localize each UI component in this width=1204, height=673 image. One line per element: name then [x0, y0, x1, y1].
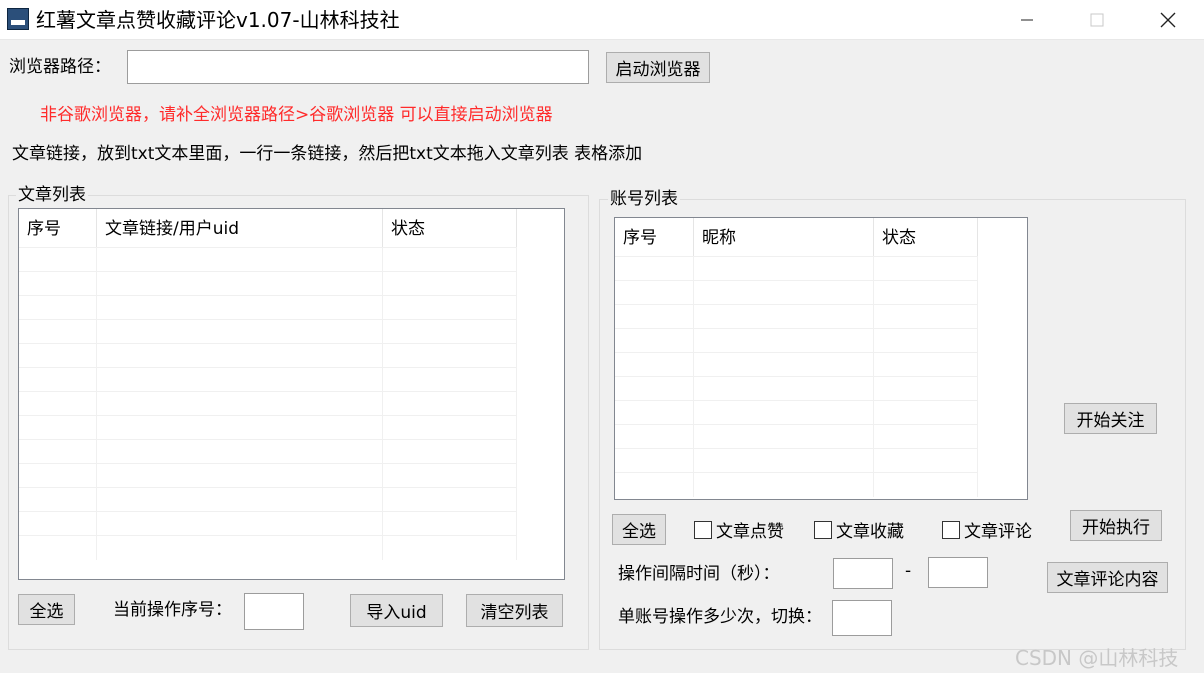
- start-execute-button[interactable]: 开始执行: [1070, 510, 1162, 541]
- checkbox-box[interactable]: [942, 520, 960, 539]
- account-col-status[interactable]: 状态: [874, 218, 978, 258]
- switch-count-input[interactable]: [832, 600, 892, 636]
- table-row: [19, 295, 517, 320]
- browser-hint: 非谷歌浏览器，请补全浏览器路径>谷歌浏览器 可以直接启动浏览器: [40, 105, 553, 125]
- minimize-icon: [1021, 19, 1033, 21]
- table-row: [615, 400, 978, 425]
- import-uid-button[interactable]: 导入uid: [350, 594, 443, 627]
- table-row: [19, 535, 517, 560]
- article-col-status[interactable]: 状态: [383, 209, 517, 249]
- browser-path-input[interactable]: [127, 50, 589, 84]
- collect-article-checkbox[interactable]: 文章收藏: [814, 517, 904, 542]
- interval-max-input[interactable]: [928, 557, 988, 588]
- account-list-table[interactable]: 序号 昵称 状态: [614, 217, 1028, 500]
- table-row: [19, 487, 517, 512]
- browser-path-label: 浏览器路径：: [9, 57, 111, 77]
- watermark: CSDN @山林科技: [1015, 646, 1179, 670]
- account-table-body: [615, 256, 978, 497]
- interval-min-input[interactable]: [833, 558, 893, 589]
- table-row: [19, 415, 517, 440]
- table-row: [19, 319, 517, 344]
- close-icon: [1160, 12, 1176, 28]
- app-icon: [7, 8, 29, 30]
- article-group-title: 文章列表: [16, 184, 88, 206]
- table-row: [19, 511, 517, 536]
- checkbox-box[interactable]: [694, 520, 712, 539]
- checkbox-label: 文章评论: [964, 522, 1032, 542]
- article-table-header: 序号 文章链接/用户uid 状态: [19, 209, 517, 249]
- checkbox-box[interactable]: [814, 520, 832, 539]
- table-row: [19, 463, 517, 488]
- table-row: [19, 343, 517, 368]
- account-table-header: 序号 昵称 状态: [615, 218, 978, 258]
- table-row: [615, 352, 978, 377]
- table-row: [19, 271, 517, 296]
- article-table-body: [19, 247, 517, 560]
- interval-label: 操作间隔时间（秒）：: [618, 564, 780, 584]
- instructions-text: 文章链接，放到txt文本里面，一行一条链接，然后把txt文本拖入文章列表 表格添…: [12, 144, 643, 164]
- checkbox-label: 文章收藏: [836, 522, 904, 542]
- checkbox-label: 文章点赞: [716, 522, 784, 542]
- article-list-table[interactable]: 序号 文章链接/用户uid 状态: [18, 208, 565, 580]
- table-row: [615, 376, 978, 401]
- title-bar: 红薯文章点赞收藏评论v1.07-山林科技社: [0, 0, 1204, 40]
- table-row: [615, 328, 978, 353]
- switch-count-label: 单账号操作多少次，切换：: [618, 607, 822, 627]
- start-follow-button[interactable]: 开始关注: [1064, 403, 1157, 434]
- table-row: [19, 391, 517, 416]
- window-title: 红薯文章点赞收藏评论v1.07-山林科技社: [36, 8, 400, 32]
- close-button[interactable]: [1145, 0, 1191, 40]
- current-index-label: 当前操作序号：: [113, 600, 232, 620]
- account-select-all-button[interactable]: 全选: [612, 514, 666, 545]
- article-col-index[interactable]: 序号: [19, 209, 97, 249]
- table-row: [615, 256, 978, 281]
- table-row: [19, 247, 517, 272]
- interval-dash: -: [905, 561, 912, 581]
- table-row: [615, 424, 978, 449]
- article-col-link[interactable]: 文章链接/用户uid: [97, 209, 383, 249]
- article-select-all-button[interactable]: 全选: [18, 594, 75, 625]
- table-row: [615, 448, 978, 473]
- maximize-icon: [1090, 13, 1104, 27]
- account-group-title: 账号列表: [608, 188, 680, 210]
- table-row: [615, 280, 978, 305]
- minimize-button[interactable]: [1004, 0, 1050, 40]
- account-col-index[interactable]: 序号: [615, 218, 694, 258]
- clear-list-button[interactable]: 清空列表: [466, 594, 563, 627]
- maximize-button[interactable]: [1074, 0, 1120, 40]
- table-row: [615, 472, 978, 497]
- table-row: [19, 367, 517, 392]
- table-row: [19, 439, 517, 464]
- launch-browser-button[interactable]: 启动浏览器: [606, 52, 710, 83]
- table-row: [615, 304, 978, 329]
- like-article-checkbox[interactable]: 文章点赞: [694, 517, 784, 542]
- comment-content-button[interactable]: 文章评论内容: [1047, 562, 1168, 593]
- current-index-input[interactable]: [244, 593, 304, 630]
- comment-article-checkbox[interactable]: 文章评论: [942, 517, 1032, 542]
- account-col-nickname[interactable]: 昵称: [694, 218, 874, 258]
